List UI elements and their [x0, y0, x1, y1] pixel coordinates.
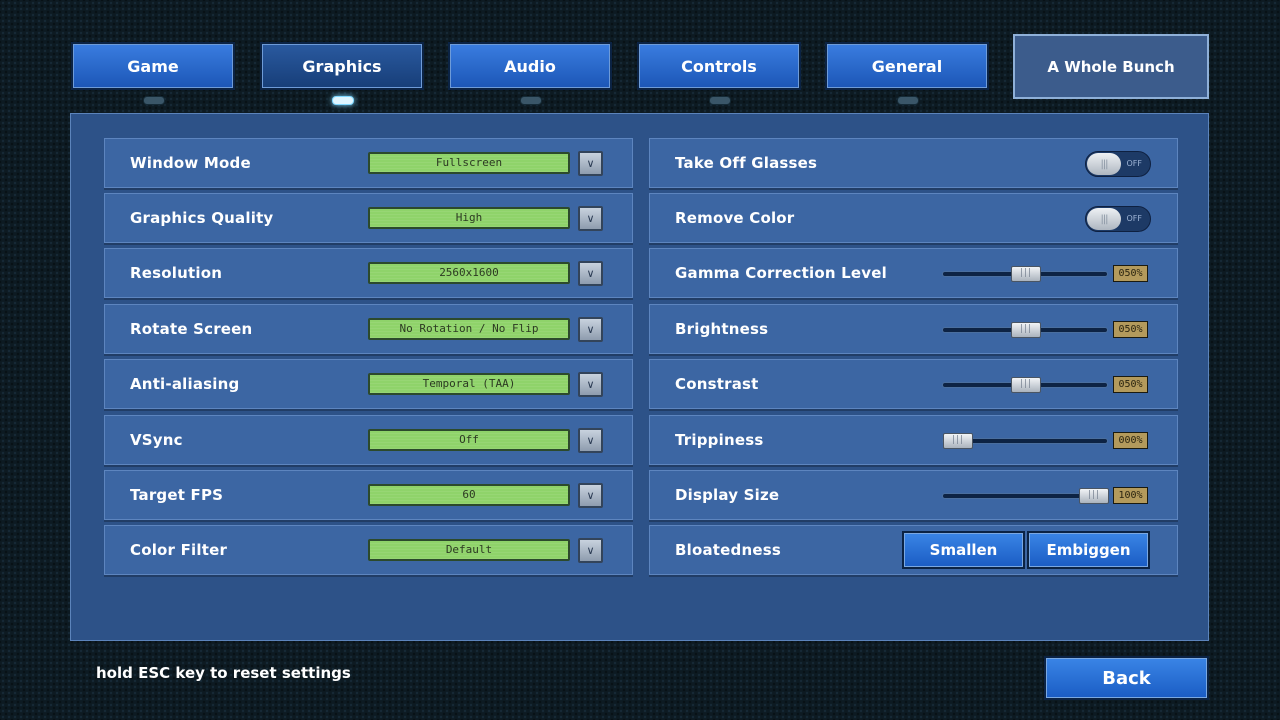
setting-label: Window Mode: [130, 154, 251, 172]
contrast-slider[interactable]: |||: [942, 377, 1108, 393]
tab-indicator: [143, 96, 165, 105]
resolution-dropdown[interactable]: 2560x1600: [368, 262, 570, 284]
tab-indicator-active: [332, 96, 354, 105]
setting-label: Color Filter: [130, 541, 228, 559]
tab-indicator: [709, 96, 731, 105]
tab-general[interactable]: General: [825, 42, 989, 90]
settings-panel: Window Mode Fullscreen ∨ Graphics Qualit…: [70, 113, 1209, 641]
slider-value-readout: 050%: [1113, 321, 1148, 338]
toggle-state: OFF: [1126, 159, 1143, 168]
take-off-glasses-toggle[interactable]: ||| OFF: [1085, 151, 1151, 177]
smallen-button[interactable]: Smallen: [902, 531, 1025, 569]
tab-audio[interactable]: Audio: [448, 42, 612, 90]
slider-value-readout: 000%: [1113, 432, 1148, 449]
chevron-down-icon[interactable]: ∨: [578, 538, 603, 563]
tab-game[interactable]: Game: [71, 42, 235, 90]
setting-label: VSync: [130, 431, 183, 449]
setting-row-target-fps: Target FPS 60 ∨: [104, 470, 633, 520]
brightness-slider[interactable]: |||: [942, 322, 1108, 338]
tab-label: Game: [127, 56, 179, 76]
setting-row-brightness: Brightness ||| 050%: [649, 304, 1178, 354]
graphics-quality-dropdown[interactable]: High: [368, 207, 570, 229]
tab-graphics[interactable]: Graphics: [260, 42, 424, 90]
setting-label: Gamma Correction Level: [675, 264, 887, 282]
setting-label: Resolution: [130, 264, 223, 282]
remove-color-toggle[interactable]: ||| OFF: [1085, 206, 1151, 232]
tab-label: A Whole Bunch: [1047, 57, 1175, 76]
chevron-down-icon[interactable]: ∨: [578, 317, 603, 342]
setting-row-window-mode: Window Mode Fullscreen ∨: [104, 138, 633, 188]
setting-label: Display Size: [675, 486, 780, 504]
slider-handle[interactable]: |||: [1079, 488, 1109, 504]
setting-row-trippiness: Trippiness ||| 000%: [649, 415, 1178, 465]
embiggen-button[interactable]: Embiggen: [1027, 531, 1150, 569]
setting-label: Remove Color: [675, 209, 795, 227]
setting-label: Rotate Screen: [130, 320, 253, 338]
setting-label: Brightness: [675, 320, 769, 338]
toggle-knob: |||: [1087, 153, 1121, 175]
chevron-down-icon[interactable]: ∨: [578, 483, 603, 508]
tab-label: Controls: [681, 56, 757, 76]
target-fps-dropdown[interactable]: 60: [368, 484, 570, 506]
slider-handle[interactable]: |||: [1011, 322, 1041, 338]
reset-hint: hold ESC key to reset settings: [96, 664, 351, 682]
anti-aliasing-dropdown[interactable]: Temporal (TAA): [368, 373, 570, 395]
setting-row-vsync: VSync Off ∨: [104, 415, 633, 465]
setting-row-gamma: Gamma Correction Level ||| 050%: [649, 248, 1178, 298]
slider-value-readout: 100%: [1113, 487, 1148, 504]
toggle-state: OFF: [1126, 214, 1143, 223]
setting-row-remove-color: Remove Color ||| OFF: [649, 193, 1178, 243]
setting-label: Graphics Quality: [130, 209, 274, 227]
back-button[interactable]: Back: [1044, 656, 1209, 700]
tab-label: Audio: [504, 56, 556, 76]
setting-row-display-size: Display Size ||| 100%: [649, 470, 1178, 520]
tab-indicator: [520, 96, 542, 105]
toggle-knob: |||: [1087, 208, 1121, 230]
vsync-dropdown[interactable]: Off: [368, 429, 570, 451]
setting-row-contrast: Constrast ||| 050%: [649, 359, 1178, 409]
chevron-down-icon[interactable]: ∨: [578, 372, 603, 397]
color-filter-dropdown[interactable]: Default: [368, 539, 570, 561]
gamma-slider[interactable]: |||: [942, 266, 1108, 282]
chevron-down-icon[interactable]: ∨: [578, 261, 603, 286]
setting-row-resolution: Resolution 2560x1600 ∨: [104, 248, 633, 298]
tab-label: Graphics: [302, 56, 382, 76]
setting-row-rotate-screen: Rotate Screen No Rotation / No Flip ∨: [104, 304, 633, 354]
setting-label: Constrast: [675, 375, 759, 393]
setting-row-bloatedness: Bloatedness Smallen Embiggen: [649, 525, 1178, 575]
setting-row-anti-aliasing: Anti-aliasing Temporal (TAA) ∨: [104, 359, 633, 409]
slider-handle[interactable]: |||: [943, 433, 973, 449]
slider-handle[interactable]: |||: [1011, 377, 1041, 393]
setting-label: Bloatedness: [675, 541, 781, 559]
setting-label: Target FPS: [130, 486, 224, 504]
tab-a-whole-bunch[interactable]: A Whole Bunch: [1013, 34, 1209, 99]
slider-value-readout: 050%: [1113, 265, 1148, 282]
setting-label: Anti-aliasing: [130, 375, 240, 393]
chevron-down-icon[interactable]: ∨: [578, 151, 603, 176]
tab-indicator: [897, 96, 919, 105]
slider-handle[interactable]: |||: [1011, 266, 1041, 282]
display-size-slider[interactable]: |||: [942, 488, 1109, 504]
chevron-down-icon[interactable]: ∨: [578, 206, 603, 231]
slider-value-readout: 050%: [1113, 376, 1148, 393]
setting-row-graphics-quality: Graphics Quality High ∨: [104, 193, 633, 243]
chevron-down-icon[interactable]: ∨: [578, 428, 603, 453]
tab-controls[interactable]: Controls: [637, 42, 801, 90]
setting-label: Trippiness: [675, 431, 764, 449]
window-mode-dropdown[interactable]: Fullscreen: [368, 152, 570, 174]
setting-row-color-filter: Color Filter Default ∨: [104, 525, 633, 575]
rotate-screen-dropdown[interactable]: No Rotation / No Flip: [368, 318, 570, 340]
setting-row-take-off-glasses: Take Off Glasses ||| OFF: [649, 138, 1178, 188]
tab-label: General: [871, 56, 943, 76]
trippiness-slider[interactable]: |||: [942, 433, 1108, 449]
setting-label: Take Off Glasses: [675, 154, 818, 172]
